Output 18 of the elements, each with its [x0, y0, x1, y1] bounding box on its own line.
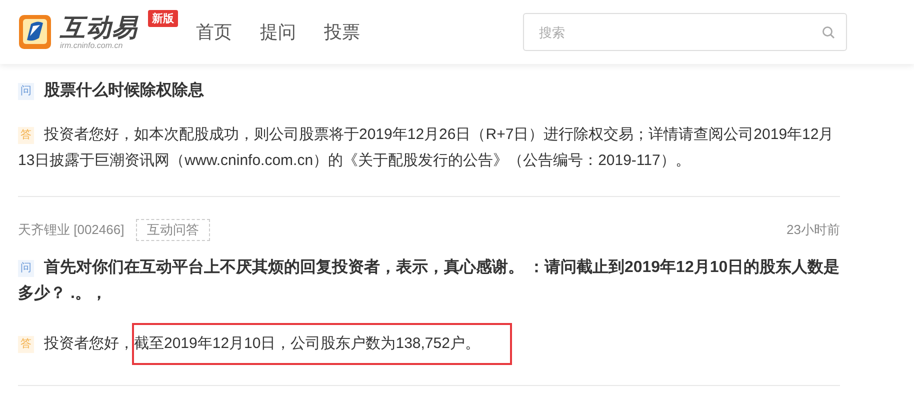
question-text[interactable]: 问 股票什么时候除权除息: [18, 78, 840, 104]
answer-text: 答 投资者您好，如本次配股成功，则公司股票将于2019年12月26日（R+7日）进行除权交易；详情请查阅公司2019年12月13日披露于巨潮资讯网（www.cninfo.com.cn）的《关于配股发行的公告》（公告编号：2019-117）。: [18, 125, 835, 171]
nav-link[interactable]: 投票: [324, 20, 360, 44]
question-text[interactable]: 问 首先对你们在互动平台上不厌其烦的回复投资者，表示，真心感谢。 ：请问截止到2019年12月10日的股东人数是多少？ .。，: [18, 255, 840, 307]
category-tag: 互动问答: [136, 219, 210, 241]
brand-name: 互动易: [60, 14, 138, 40]
search-field[interactable]: 搜索: [523, 13, 847, 51]
search-icon[interactable]: [822, 26, 835, 39]
nav-link[interactable]: 首页: [196, 20, 232, 44]
new-badge: 新版: [148, 10, 178, 27]
logo-icon: [18, 14, 52, 50]
domain-text: irm.cninfo.com.cn: [60, 40, 124, 50]
company-name: 天齐锂业 [002466]: [18, 221, 124, 239]
answer-text: 投资者您好，: [44, 334, 134, 354]
highlighted-text: 截至2019年12月10日，公司股东户数为138,752户。: [134, 325, 510, 363]
answer-tag: 答: [18, 336, 34, 352]
nav-link[interactable]: 提问: [260, 20, 296, 44]
post-time: 23小时前: [786, 221, 840, 239]
